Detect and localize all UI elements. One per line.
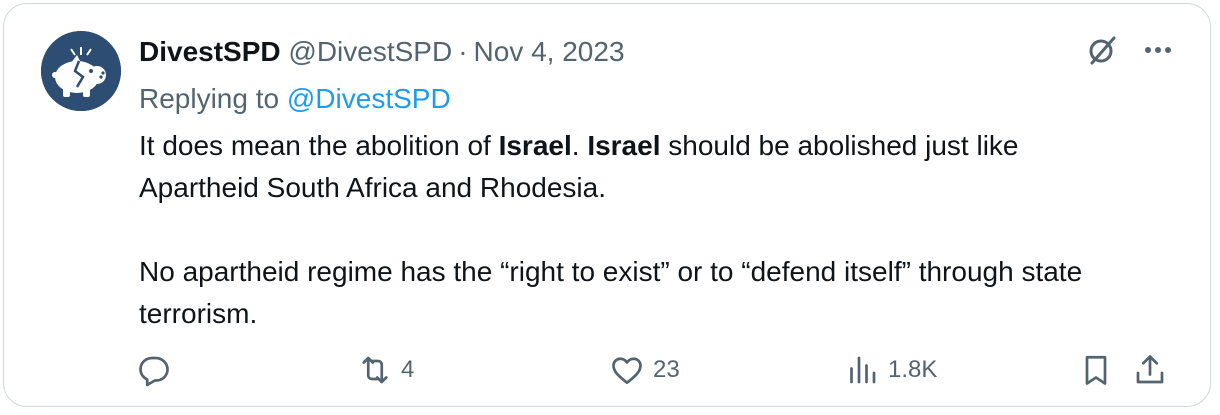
tweet-text-segment: . [571, 130, 588, 161]
retweet-button[interactable]: 4 [357, 350, 414, 390]
like-count: 23 [653, 356, 680, 383]
views-count: 1.8K [888, 356, 938, 383]
tweet-text-bold: Israel [587, 130, 661, 161]
user-handle[interactable]: @DivestSPD [288, 36, 452, 67]
more-icon[interactable] [1144, 36, 1172, 64]
grok-slash-icon[interactable] [1084, 32, 1120, 68]
tweet-date[interactable]: Nov 4, 2023 [474, 36, 625, 67]
tweet-text: It does mean the abolition of Israel. Is… [139, 125, 1139, 335]
share-button[interactable] [1132, 350, 1168, 390]
like-icon [612, 357, 642, 385]
piggy-bank-logo-icon [41, 31, 121, 111]
reply-icon [139, 356, 169, 387]
replying-to-handle[interactable]: @DivestSPD [287, 83, 451, 114]
bookmark-icon [1085, 355, 1107, 385]
share-icon [1136, 355, 1164, 384]
views-button[interactable]: 1.8K [844, 350, 937, 390]
reply-button[interactable] [136, 350, 180, 390]
bookmark-button[interactable] [1078, 350, 1114, 390]
avatar[interactable] [41, 31, 121, 111]
header-separator: · [458, 36, 468, 67]
views-icon [850, 356, 876, 384]
retweet-count: 4 [401, 356, 415, 383]
replying-to-label: Replying to [139, 83, 287, 114]
tweet-actions: 4 23 1.8K [136, 350, 1176, 390]
tweet-paragraph-1: It does mean the abolition of Israel. Is… [139, 125, 1139, 209]
tweet-top-controls [1084, 32, 1172, 68]
retweet-icon [362, 356, 388, 384]
like-button[interactable]: 23 [609, 350, 680, 390]
tweet-header: DivestSPD @DivestSPD · Nov 4, 2023 [139, 32, 625, 72]
tweet-text-segment: It does mean the abolition of [139, 130, 499, 161]
tweet-card[interactable]: DivestSPD @DivestSPD · Nov 4, 2023 Replyin… [3, 3, 1211, 407]
display-name[interactable]: DivestSPD [139, 36, 281, 67]
replying-to: Replying to @DivestSPD [139, 79, 451, 119]
tweet-text-bold: Israel [498, 130, 572, 161]
tweet-paragraph-2: No apartheid regime has the “right to ex… [139, 256, 1083, 329]
